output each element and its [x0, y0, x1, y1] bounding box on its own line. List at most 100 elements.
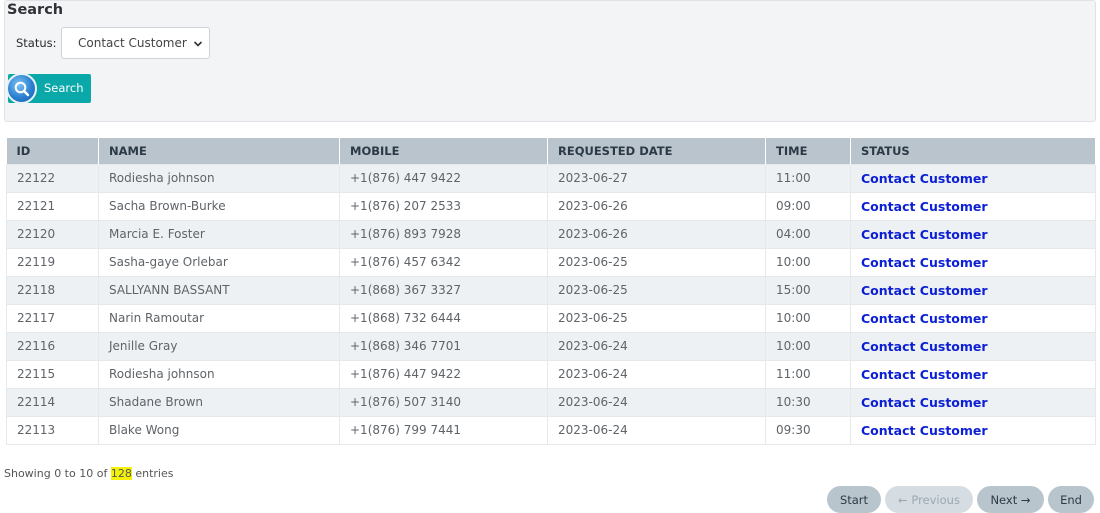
header-requested-date[interactable]: REQUESTED DATE — [547, 138, 766, 164]
previous-button[interactable]: ← Previous — [885, 486, 973, 513]
cell-status: Contact Customer — [850, 415, 1096, 445]
header-id[interactable]: ID — [6, 138, 99, 164]
table-body: 22122 Rodiesha johnson +1(876) 447 9422 202… — [6, 163, 1096, 445]
table-row: 22121 Sacha Brown-Burke +1(876) 207 2533 20… — [6, 191, 1096, 221]
search-title: Search — [7, 2, 64, 18]
table-header-row: ID NAME MOBILE REQUESTED DATE TIME STATU… — [6, 138, 1096, 164]
cell-mobile: +1(876) 893 7928 — [339, 219, 548, 249]
search-icon — [6, 73, 37, 104]
status-link[interactable]: Contact Customer — [861, 255, 988, 270]
status-link[interactable]: Contact Customer — [861, 283, 988, 298]
cell-mobile: +1(868) 346 7701 — [339, 331, 548, 361]
start-button[interactable]: Start — [827, 486, 881, 513]
cell-requested-date: 2023-06-24 — [547, 359, 766, 389]
cell-requested-date: 2023-06-24 — [547, 331, 766, 361]
next-button[interactable]: Next → — [977, 486, 1044, 513]
cell-mobile: +1(876) 447 9422 — [339, 359, 548, 389]
status-link[interactable]: Contact Customer — [861, 311, 988, 326]
header-name[interactable]: NAME — [98, 138, 340, 164]
status-link[interactable]: Contact Customer — [861, 395, 988, 410]
end-button[interactable]: End — [1048, 486, 1094, 513]
header-status[interactable]: STATUS — [850, 138, 1096, 164]
search-button[interactable]: Search — [6, 73, 91, 104]
cell-id: 22113 — [6, 415, 99, 445]
table-row: 22116 Jenille Gray +1(868) 346 7701 2023-06… — [6, 331, 1096, 361]
status-link[interactable]: Contact Customer — [861, 339, 988, 354]
cell-name: Sasha-gaye Orlebar — [98, 247, 340, 277]
cell-mobile: +1(876) 457 6342 — [339, 247, 548, 277]
cell-time: 11:00 — [765, 163, 851, 193]
status-label: Status: — [16, 36, 57, 50]
cell-status: Contact Customer — [850, 163, 1096, 193]
cell-id: 22117 — [6, 303, 99, 333]
entries-info: Showing 0 to 10 of 128 entries — [4, 467, 173, 480]
cell-requested-date: 2023-06-25 — [547, 303, 766, 333]
cell-time: 09:00 — [765, 191, 851, 221]
cell-time: 11:00 — [765, 359, 851, 389]
table-row: 22122 Rodiesha johnson +1(876) 447 9422 202… — [6, 163, 1096, 193]
table-row: 22118 SALLYANN BASSANT +1(868) 367 3327 202… — [6, 275, 1096, 305]
cell-name: Blake Wong — [98, 415, 340, 445]
cell-time: 15:00 — [765, 275, 851, 305]
cell-name: Rodiesha johnson — [98, 163, 340, 193]
cell-id: 22121 — [6, 191, 99, 221]
cell-time: 10:00 — [765, 331, 851, 361]
cell-requested-date: 2023-06-26 — [547, 219, 766, 249]
cell-name: SALLYANN BASSANT — [98, 275, 340, 305]
cell-status: Contact Customer — [850, 191, 1096, 221]
cell-requested-date: 2023-06-27 — [547, 163, 766, 193]
table-row: 22113 Blake Wong +1(876) 799 7441 2023-06-2… — [6, 415, 1096, 445]
cell-time: 10:00 — [765, 247, 851, 277]
status-link[interactable]: Contact Customer — [861, 171, 988, 186]
cell-mobile: +1(876) 207 2533 — [339, 191, 548, 221]
cell-requested-date: 2023-06-25 — [547, 247, 766, 277]
cell-mobile: +1(876) 799 7441 — [339, 415, 548, 445]
cell-status: Contact Customer — [850, 219, 1096, 249]
status-select-value: Contact Customer — [78, 36, 187, 50]
table-row: 22115 Rodiesha johnson +1(876) 447 9422 202… — [6, 359, 1096, 389]
status-link[interactable]: Contact Customer — [861, 199, 988, 214]
cell-name: Shadane Brown — [98, 387, 340, 417]
cell-time: 10:00 — [765, 303, 851, 333]
cell-mobile: +1(868) 367 3327 — [339, 275, 548, 305]
cell-id: 22120 — [6, 219, 99, 249]
cell-name: Marcia E. Foster — [98, 219, 340, 249]
cell-mobile: +1(868) 732 6444 — [339, 303, 548, 333]
cell-name: Narin Ramoutar — [98, 303, 340, 333]
status-link[interactable]: Contact Customer — [861, 227, 988, 242]
entries-info-suffix: entries — [131, 467, 174, 480]
cell-requested-date: 2023-06-24 — [547, 387, 766, 417]
status-link[interactable]: Contact Customer — [861, 367, 988, 382]
cell-mobile: +1(876) 447 9422 — [339, 163, 548, 193]
cell-time: 09:30 — [765, 415, 851, 445]
table-row: 22120 Marcia E. Foster +1(876) 893 7928 202… — [6, 219, 1096, 249]
cell-time: 10:30 — [765, 387, 851, 417]
cell-status: Contact Customer — [850, 331, 1096, 361]
table-row: 22114 Shadane Brown +1(876) 507 3140 2023-0… — [6, 387, 1096, 417]
cell-id: 22116 — [6, 331, 99, 361]
cell-mobile: +1(876) 507 3140 — [339, 387, 548, 417]
cell-status: Contact Customer — [850, 303, 1096, 333]
status-select[interactable]: Contact Customer — [61, 27, 210, 59]
cell-status: Contact Customer — [850, 247, 1096, 277]
search-button-label: Search — [44, 81, 84, 95]
cell-name: Jenille Gray — [98, 331, 340, 361]
cell-status: Contact Customer — [850, 275, 1096, 305]
cell-status: Contact Customer — [850, 359, 1096, 389]
cell-id: 22118 — [6, 275, 99, 305]
table-row: 22119 Sasha-gaye Orlebar +1(876) 457 6342 2… — [6, 247, 1096, 277]
cell-requested-date: 2023-06-24 — [547, 415, 766, 445]
cell-status: Contact Customer — [850, 387, 1096, 417]
cell-id: 22114 — [6, 387, 99, 417]
entries-info-prefix: Showing 0 to 10 of — [4, 467, 111, 480]
header-time[interactable]: TIME — [765, 138, 851, 164]
search-panel: Search Status: Contact Customer Search — [4, 0, 1096, 122]
chevron-down-icon — [193, 41, 203, 47]
cell-name: Sacha Brown-Burke — [98, 191, 340, 221]
header-mobile[interactable]: MOBILE — [339, 138, 548, 164]
cell-name: Rodiesha johnson — [98, 359, 340, 389]
cell-id: 22115 — [6, 359, 99, 389]
table-row: 22117 Narin Ramoutar +1(868) 732 6444 2023-… — [6, 303, 1096, 333]
results-table: ID NAME MOBILE REQUESTED DATE TIME STATU… — [6, 138, 1096, 445]
status-link[interactable]: Contact Customer — [861, 423, 988, 438]
